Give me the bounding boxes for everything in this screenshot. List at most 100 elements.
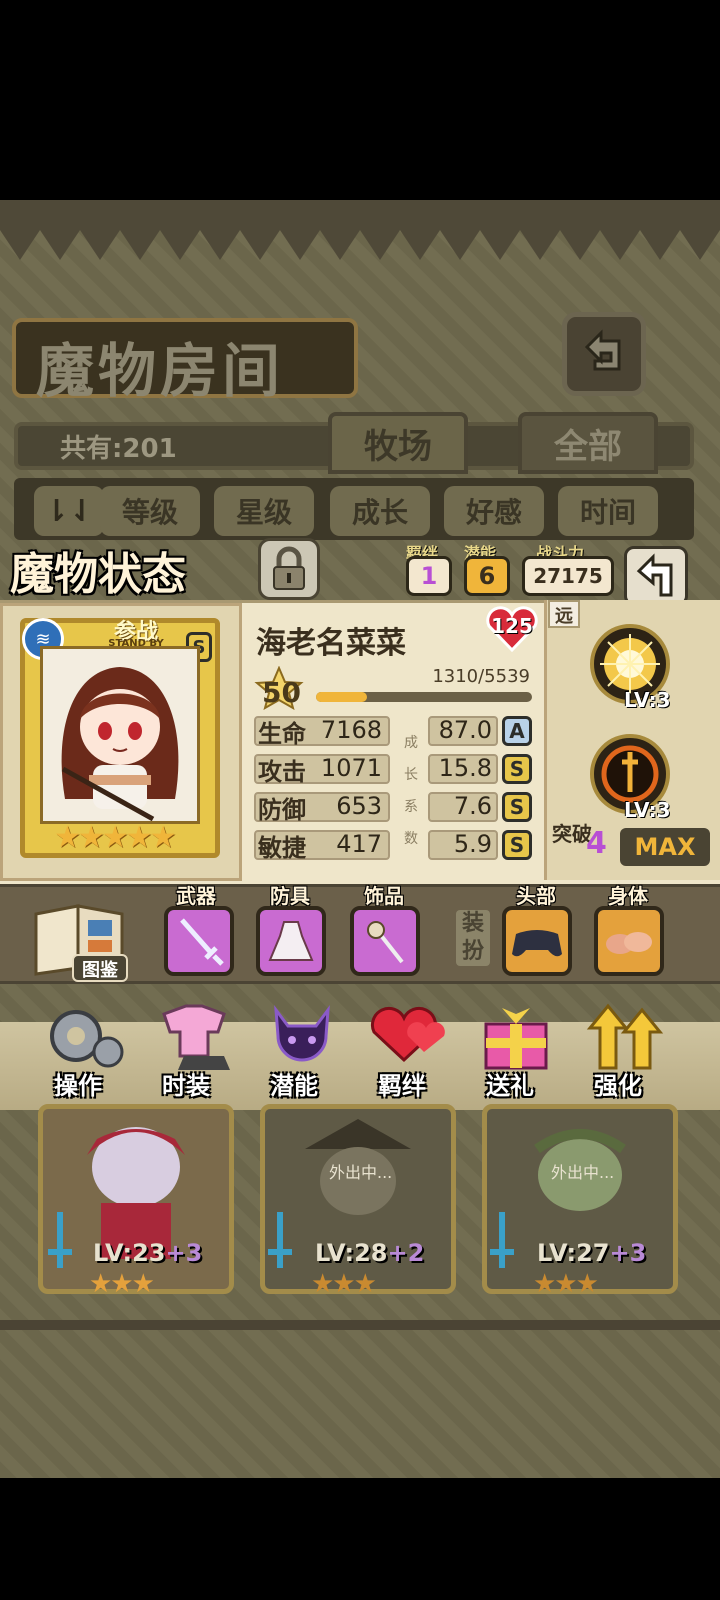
slot-weapon-label: 武器 bbox=[176, 884, 216, 908]
list-card-2-plus: +2 bbox=[387, 1239, 425, 1267]
list-card-2-level-text: LV:28 bbox=[315, 1239, 388, 1267]
gamepad-icon bbox=[512, 930, 562, 957]
monster-level: 50 bbox=[262, 676, 301, 709]
breakthrough-value: 4 bbox=[586, 826, 607, 861]
power-value: 27175 bbox=[522, 556, 614, 596]
back-button-status[interactable] bbox=[624, 546, 688, 606]
body-slot[interactable] bbox=[594, 906, 664, 976]
wand-icon bbox=[367, 921, 404, 964]
return-arrow-icon bbox=[584, 329, 621, 371]
hearts-icon bbox=[370, 1006, 445, 1063]
sausage-icon bbox=[606, 932, 652, 954]
lock-icon bbox=[273, 546, 305, 590]
list-card-3-stars: ★★★ bbox=[533, 1269, 599, 1299]
sort-order-icon: ⇂⇃ bbox=[43, 493, 95, 529]
monster-name: 海老名菜菜 bbox=[256, 626, 406, 661]
affection-value: 125 bbox=[491, 614, 533, 638]
upgrade-arrows-icon bbox=[586, 1003, 664, 1070]
grade-agi: S bbox=[502, 830, 532, 860]
star-rating: ★★★★★ bbox=[54, 820, 176, 855]
slot-armor-label: 防具 bbox=[270, 884, 310, 908]
stat-label-def: 防御 bbox=[258, 796, 306, 824]
tab-all[interactable]: 全部 bbox=[518, 412, 658, 474]
list-card-3-level: LV:27+3 bbox=[537, 1239, 646, 1267]
potential-value: 6 bbox=[464, 556, 510, 596]
growth-value-atk: 15.8 bbox=[438, 754, 492, 782]
gear-icon bbox=[50, 1010, 124, 1068]
stat-label-hp: 生命 bbox=[258, 720, 306, 748]
list-card-1-plus: +3 bbox=[165, 1239, 203, 1267]
lock-button[interactable] bbox=[258, 538, 320, 600]
list-card-1-level-text: LV:23 bbox=[93, 1239, 166, 1267]
operate-button[interactable]: 操作 bbox=[40, 1000, 132, 1100]
upgrade-button[interactable]: 强化 bbox=[580, 1000, 672, 1100]
grade-hp: A bbox=[502, 716, 532, 746]
max-badge: MAX bbox=[620, 828, 710, 866]
upgrade-label: 强化 bbox=[594, 1072, 642, 1100]
back-button-top[interactable] bbox=[562, 312, 646, 396]
stat-value-def: 653 bbox=[336, 792, 382, 820]
demon-icon bbox=[274, 1004, 330, 1062]
list-card-1-weapon-icon bbox=[42, 1210, 78, 1270]
weapon-slot[interactable] bbox=[164, 906, 234, 976]
exp-text: 1310/5539 bbox=[432, 666, 530, 687]
slot-body-label: 身体 bbox=[608, 884, 648, 908]
sword-icon bbox=[180, 918, 224, 966]
skill-1-level: LV:3 bbox=[624, 688, 671, 712]
gift-button[interactable]: 送礼 bbox=[472, 1000, 564, 1100]
growth-caption-1: 成 bbox=[404, 735, 418, 751]
list-card-3-status: 外出中... bbox=[551, 1163, 615, 1182]
stats-block: 生命 7168 87.0 A 攻击 1071 15.8 S 防御 653 7.6… bbox=[254, 712, 544, 862]
sort-time-button[interactable]: 时间 bbox=[558, 486, 658, 536]
potential-button[interactable]: 潜能 bbox=[256, 1000, 348, 1100]
stat-label-agi: 敏捷 bbox=[258, 834, 306, 862]
gift-label: 送礼 bbox=[486, 1072, 534, 1100]
growth-caption-2: 长 bbox=[404, 767, 418, 783]
bond-button[interactable]: 羁绊 bbox=[364, 1000, 456, 1100]
book-label: 图鉴 bbox=[72, 954, 128, 982]
game-screen: 魔物房间 共有:201 牧场 全部 ⇂⇃ 等级 星级 成长 好感 时间 魔物状态… bbox=[0, 0, 720, 1600]
sort-star-button[interactable]: 星级 bbox=[214, 486, 314, 536]
page-title: 魔物房间 bbox=[36, 337, 285, 405]
monster-chibi-image bbox=[61, 667, 179, 822]
type-badge: 远 bbox=[548, 600, 580, 628]
slot-accessory-label: 饰品 bbox=[364, 884, 404, 908]
slot-head-label: 头部 bbox=[516, 884, 556, 908]
list-card-3-level-text: LV:27 bbox=[537, 1239, 610, 1267]
outfit-button[interactable]: 时装 bbox=[148, 1000, 240, 1100]
list-card-1-stars: ★★★ bbox=[89, 1269, 155, 1299]
list-card-2-weapon-icon bbox=[262, 1210, 298, 1270]
sort-growth-button[interactable]: 成长 bbox=[330, 486, 430, 536]
armor-slot[interactable] bbox=[256, 906, 326, 976]
potential-action-label: 潜能 bbox=[270, 1072, 318, 1100]
return-arrow-icon bbox=[636, 553, 673, 597]
list-card-2-status: 外出中... bbox=[329, 1163, 393, 1182]
list-bottom-border bbox=[0, 1320, 720, 1330]
stat-value-atk: 1071 bbox=[320, 754, 382, 782]
game-area: 魔物房间 共有:201 牧场 全部 ⇂⇃ 等级 星级 成长 好感 时间 魔物状态… bbox=[0, 200, 720, 1478]
head-slot[interactable] bbox=[502, 906, 572, 976]
tab-ranch[interactable]: 牧场 bbox=[328, 412, 468, 474]
dress-label: 装扮 bbox=[456, 910, 490, 966]
stat-value-agi: 417 bbox=[336, 830, 382, 858]
accessory-slot[interactable] bbox=[350, 906, 420, 976]
sort-affection-button[interactable]: 好感 bbox=[444, 486, 544, 536]
growth-caption-4: 数 bbox=[404, 831, 418, 847]
sort-toggle-button[interactable]: ⇂⇃ bbox=[34, 486, 104, 536]
list-card-3-plus: +3 bbox=[609, 1239, 647, 1267]
sort-level-button[interactable]: 等级 bbox=[100, 486, 200, 536]
growth-value-hp: 87.0 bbox=[438, 716, 492, 744]
list-card-2-stars: ★★★ bbox=[311, 1269, 377, 1299]
zigzag-border bbox=[0, 200, 720, 260]
operate-label: 操作 bbox=[54, 1072, 102, 1100]
bond-action-label: 羁绊 bbox=[378, 1072, 426, 1100]
monster-count: 共有:201 bbox=[60, 434, 177, 464]
outfit-label: 时装 bbox=[162, 1072, 210, 1100]
grade-def: S bbox=[502, 792, 532, 822]
stat-label-atk: 攻击 bbox=[258, 758, 306, 786]
gift-icon bbox=[484, 1008, 548, 1070]
status-title: 魔物状态 bbox=[10, 549, 186, 600]
growth-value-def: 7.6 bbox=[453, 792, 492, 820]
exp-bar-fill bbox=[316, 692, 367, 702]
monster-portrait bbox=[40, 646, 200, 824]
